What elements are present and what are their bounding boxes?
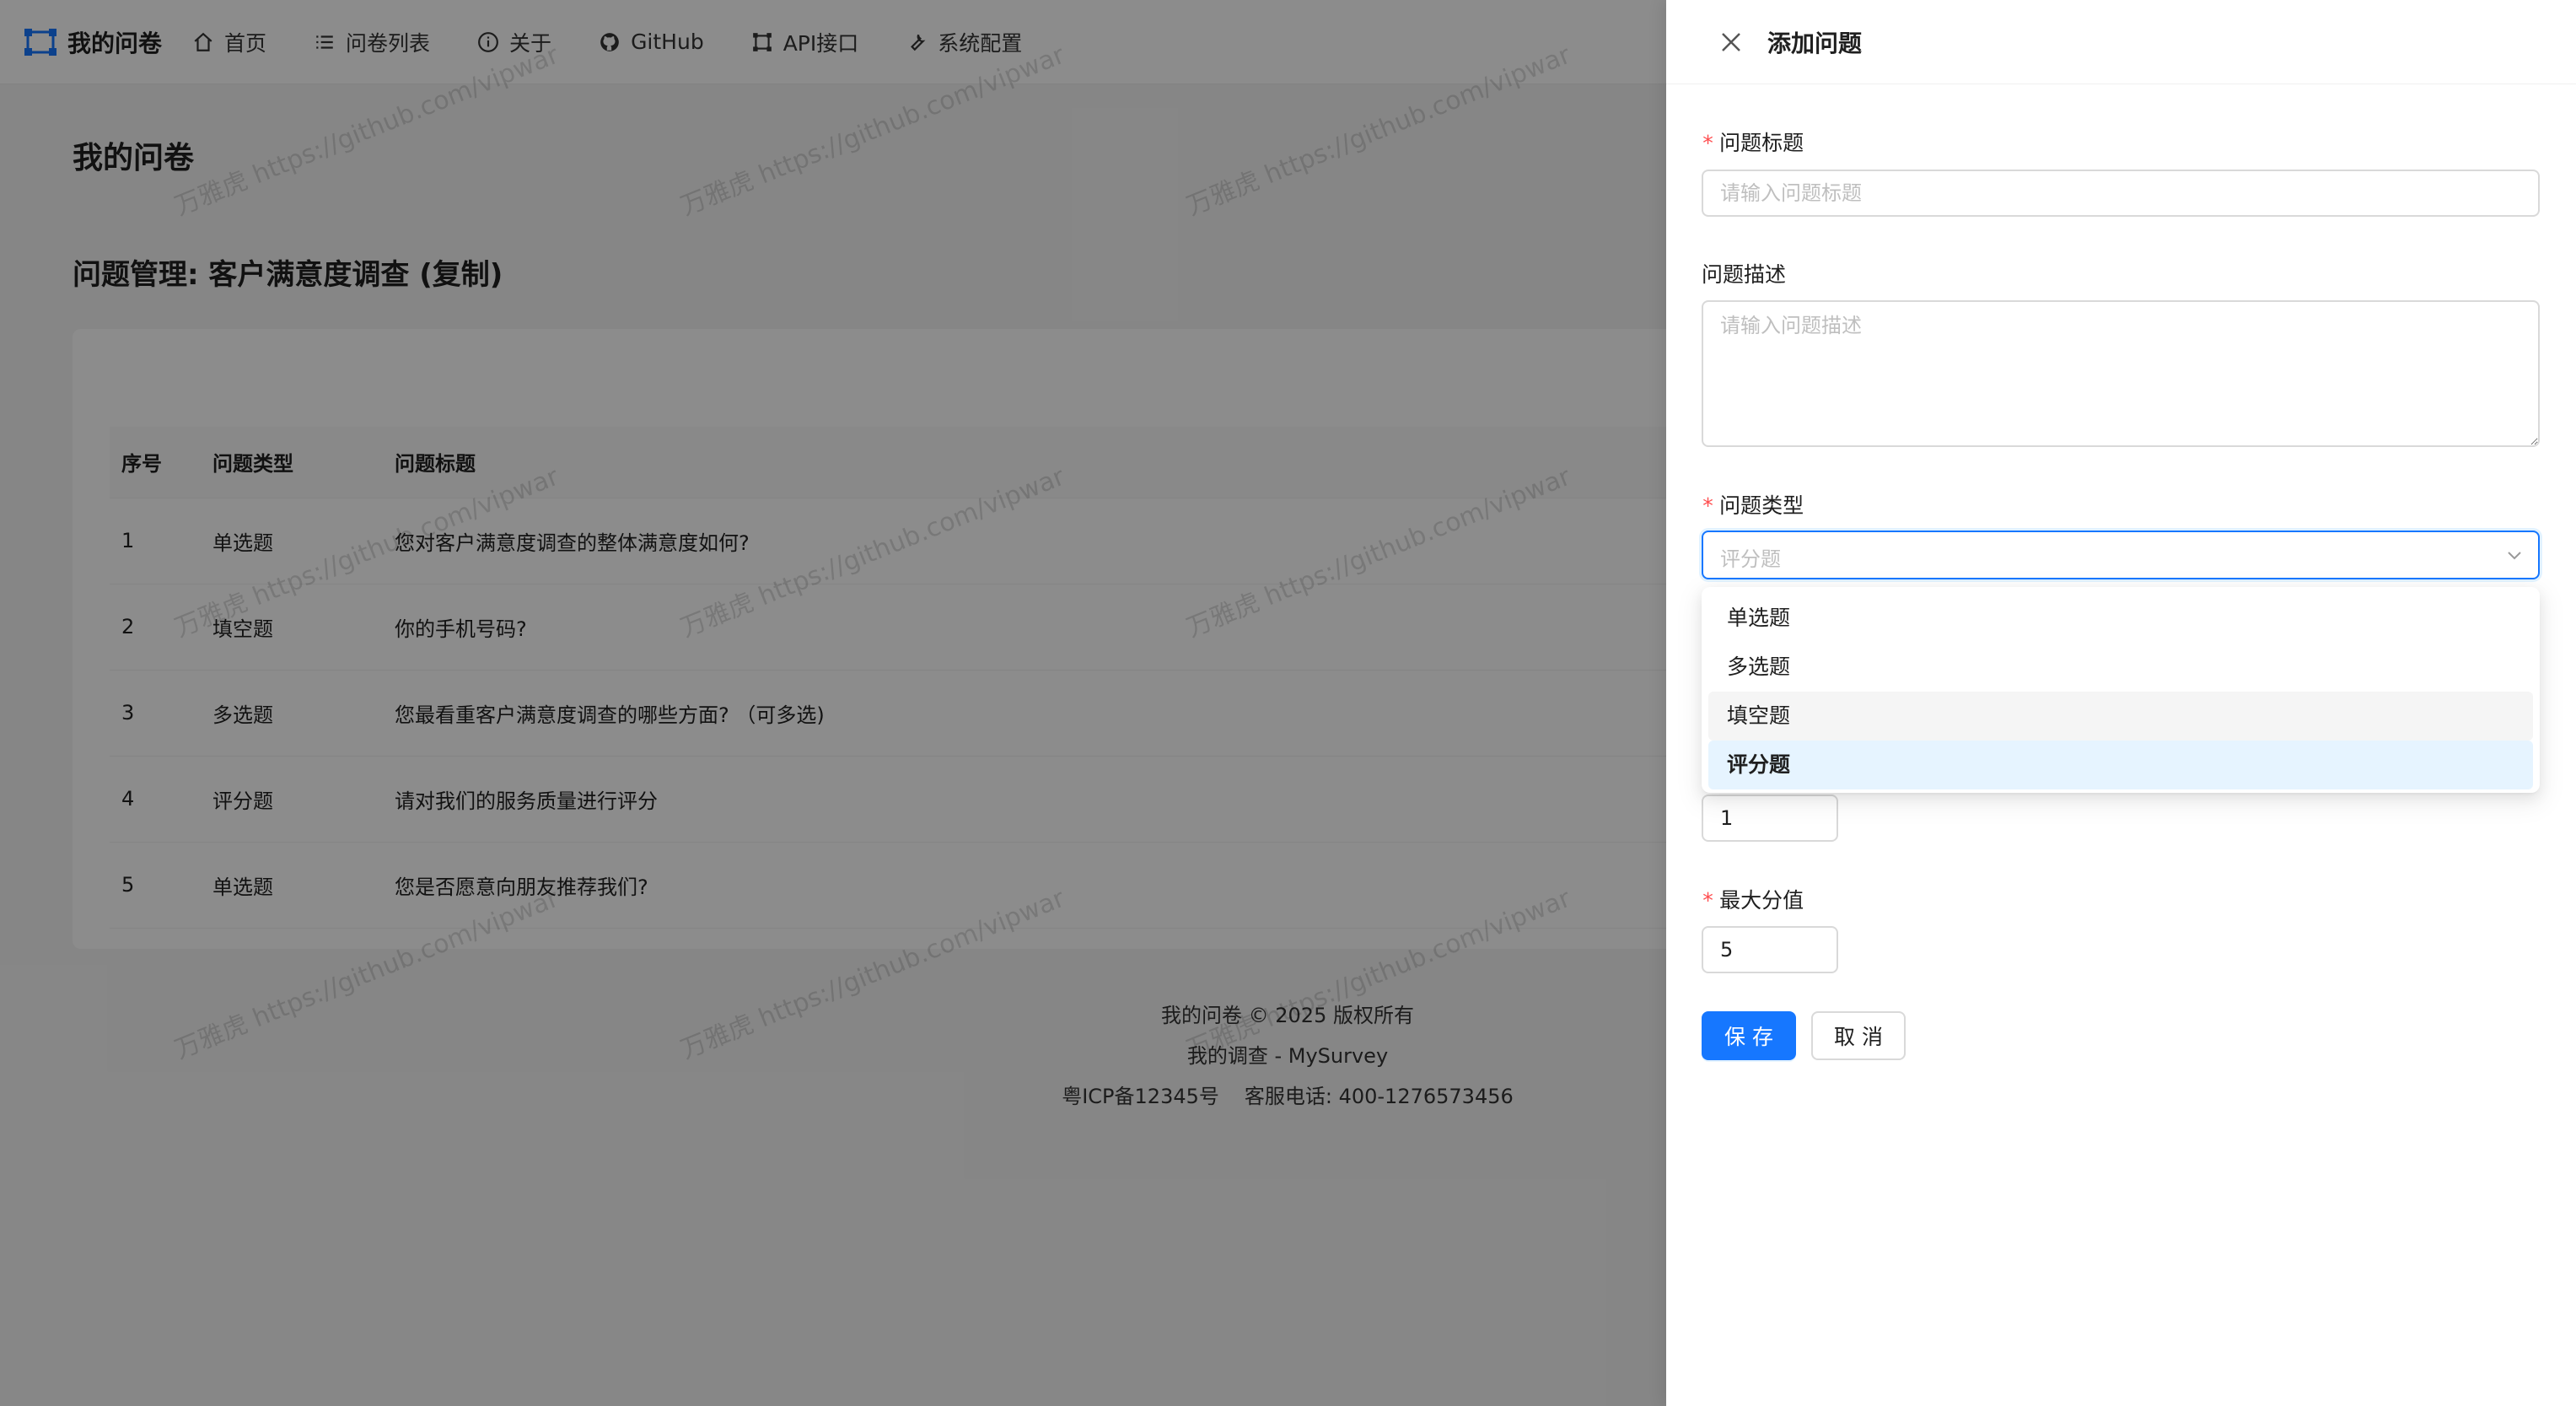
cancel-button[interactable]: 取 消 [1811,1011,1906,1060]
option-fill-blank[interactable]: 填空题 [1708,692,2533,741]
chevron-down-icon [2506,547,2523,563]
save-button[interactable]: 保 存 [1702,1011,1796,1060]
add-question-drawer: 添加问题 *问题标题 问题描述 *问题类型 评分题 1 *最大分值 5 保 存 … [1666,0,2576,1406]
required-mark: * [1702,888,1714,913]
question-desc-input[interactable] [1702,300,2540,447]
option-rating[interactable]: 评分题 [1708,741,2533,789]
select-value: 评分题 [1720,542,1781,572]
label-text: 问题标题 [1719,131,1804,155]
option-multi-choice[interactable]: 多选题 [1708,643,2533,692]
question-type-dropdown: 单选题 多选题 填空题 评分题 [1702,587,2540,793]
max-score-input[interactable]: 5 [1702,926,1838,973]
required-mark: * [1702,493,1714,518]
option-single-choice[interactable]: 单选题 [1708,594,2533,643]
drawer-header: 添加问题 [1666,0,2576,84]
question-title-label: *问题标题 [1702,127,1804,157]
question-title-input[interactable] [1702,170,2540,217]
question-desc-label: 问题描述 [1702,258,1786,288]
label-text: 最大分值 [1719,888,1804,913]
question-type-select[interactable]: 评分题 [1702,531,2540,579]
close-icon[interactable] [1718,30,1744,55]
min-score-input[interactable]: 1 [1702,795,1838,842]
drawer-title: 添加问题 [1767,25,1862,59]
label-text: 问题类型 [1719,493,1804,518]
max-score-label: *最大分值 [1702,884,1804,914]
question-type-label: *问题类型 [1702,489,1804,520]
required-mark: * [1702,131,1714,155]
